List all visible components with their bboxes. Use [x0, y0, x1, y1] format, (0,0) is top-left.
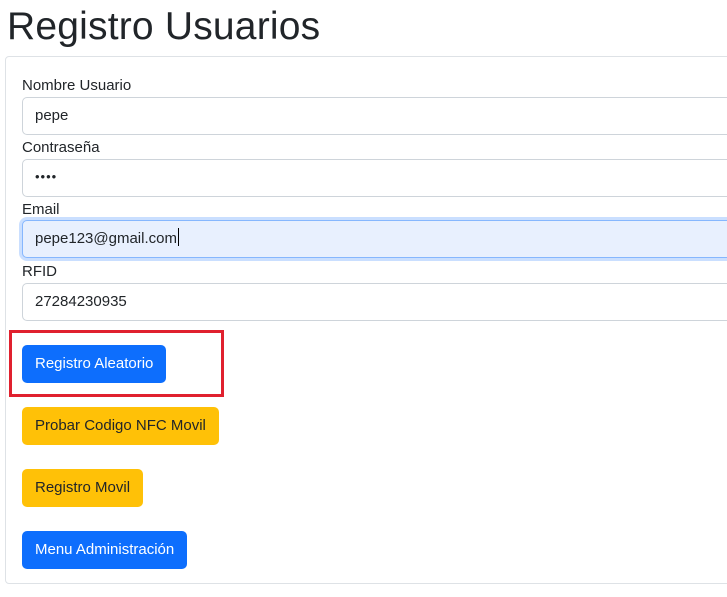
email-input[interactable]: pepe123@gmail.com	[22, 220, 727, 258]
mobile-register-button[interactable]: Registro Movil	[22, 469, 144, 507]
email-value: pepe123@gmail.com	[35, 230, 177, 247]
username-value: pepe	[35, 107, 69, 124]
username-input[interactable]: pepe	[22, 97, 727, 135]
admin-menu-button[interactable]: Menu Administración	[22, 531, 188, 569]
password-input[interactable]: ••••	[22, 159, 727, 197]
password-masked-value: ••••	[35, 169, 58, 184]
page-title: Registro Usuarios	[7, 5, 321, 48]
random-register-button[interactable]: Registro Aleatorio	[22, 345, 167, 383]
rfid-input[interactable]: 27284230935	[22, 283, 727, 321]
rfid-value: 27284230935	[35, 293, 127, 310]
email-label: Email	[22, 201, 60, 218]
username-label: Nombre Usuario	[22, 77, 132, 94]
password-label: Contraseña	[22, 139, 100, 156]
test-nfc-button[interactable]: Probar Codigo NFC Movil	[22, 407, 219, 445]
rfid-label: RFID	[22, 263, 57, 280]
text-caret	[177, 228, 179, 246]
